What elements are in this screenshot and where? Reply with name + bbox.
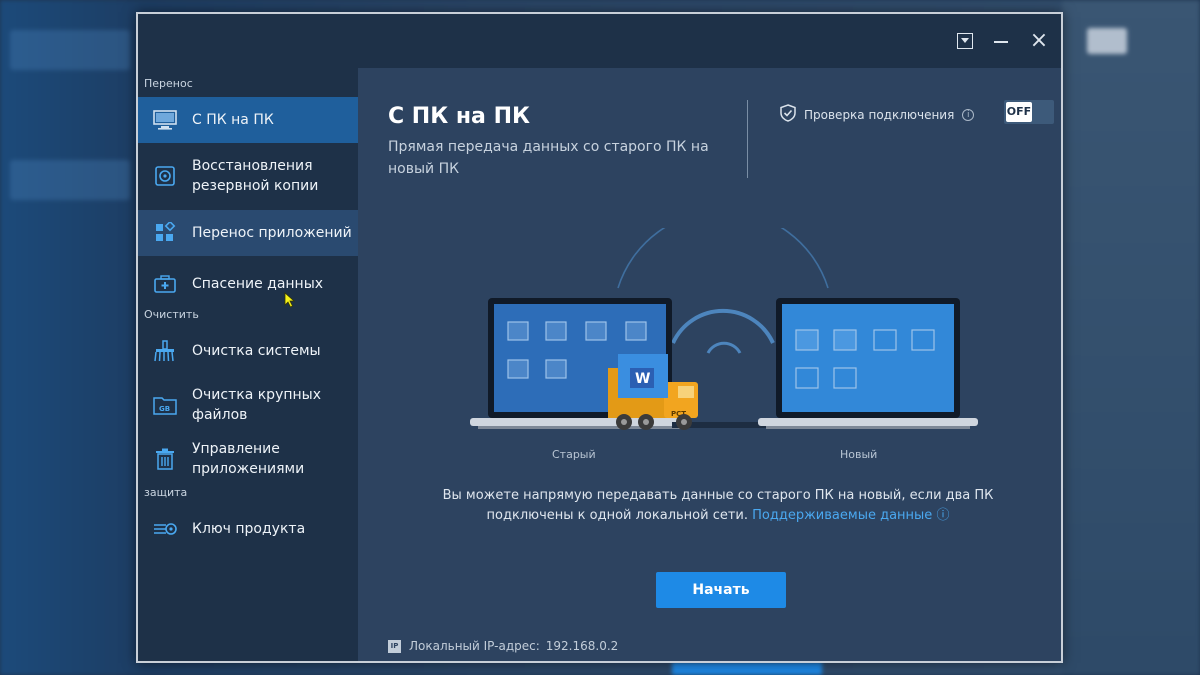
wifi-arc-inner bbox=[706, 341, 742, 354]
app-tile bbox=[833, 329, 857, 351]
backup-restore-icon bbox=[152, 163, 178, 189]
trash-icon bbox=[152, 446, 178, 472]
ip-icon: IP bbox=[388, 639, 401, 653]
sidebar-item-label: Ключ продукта bbox=[192, 521, 306, 537]
app-window: × Перенос С ПК на ПК Восстановления резе… bbox=[136, 12, 1063, 663]
new-pc-label: Новый bbox=[840, 448, 878, 461]
sidebar-item-app-management[interactable]: Управление приложениями bbox=[138, 434, 358, 484]
old-pc-label: Старый bbox=[552, 448, 596, 461]
wifi-arc-middle bbox=[671, 308, 775, 344]
sidebar-item-label: С ПК на ПК bbox=[192, 112, 274, 128]
sidebar-item-large-files-cleanup[interactable]: GB Очистка крупных файлов bbox=[138, 380, 358, 430]
section-label-protection: защита bbox=[144, 486, 188, 499]
app-tile bbox=[545, 321, 567, 341]
section-label-cleanup: Очистить bbox=[144, 308, 199, 321]
sidebar-item-label: Перенос приложений bbox=[192, 225, 352, 241]
sidebar-item-label: Спасение данных bbox=[192, 276, 324, 292]
app-tile bbox=[507, 321, 529, 341]
sidebar-item-app-migration[interactable]: Перенос приложений bbox=[138, 210, 358, 256]
svg-text:GB: GB bbox=[159, 405, 170, 413]
doc-letter: W bbox=[635, 371, 650, 387]
background-right-panel bbox=[1062, 0, 1200, 675]
menu-icon bbox=[957, 33, 973, 49]
minimize-button[interactable] bbox=[988, 28, 1014, 54]
connection-check[interactable]: Проверка подключения i bbox=[780, 104, 975, 125]
sidebar-item-backup-restore[interactable]: Восстановления резервной копии bbox=[138, 150, 358, 202]
new-laptop bbox=[758, 298, 978, 429]
close-button[interactable]: × bbox=[1026, 28, 1052, 54]
shield-check-icon bbox=[780, 104, 796, 125]
background-button bbox=[672, 662, 822, 675]
apps-grid-icon bbox=[152, 220, 178, 246]
sidebar-item-pc-to-pc[interactable]: С ПК на ПК bbox=[138, 97, 358, 143]
mouse-cursor-icon bbox=[284, 292, 296, 308]
main-panel: С ПК на ПК Прямая передача данных со ста… bbox=[358, 68, 1061, 661]
supported-data-link-text: Поддерживаемые данные bbox=[752, 508, 933, 523]
sidebar-item-system-cleanup[interactable]: Очистка системы bbox=[138, 331, 358, 371]
key-icon bbox=[152, 516, 178, 542]
sidebar-item-label: Управление приложениями bbox=[192, 441, 305, 477]
title-bar: × bbox=[138, 14, 1061, 68]
sidebar-item-label: Очистка системы bbox=[192, 343, 321, 359]
connection-check-toggle[interactable]: OFF bbox=[1004, 100, 1054, 124]
folder-gb-icon: GB bbox=[152, 392, 178, 418]
monitor-icon bbox=[152, 107, 178, 133]
app-tile bbox=[795, 329, 819, 351]
menu-button[interactable] bbox=[952, 28, 978, 54]
supported-data-link[interactable]: Поддерживаемые данные ⓘ bbox=[752, 508, 949, 523]
background-pill bbox=[1087, 28, 1127, 54]
ip-label: Локальный IP-адрес: bbox=[409, 639, 540, 653]
broom-icon bbox=[152, 338, 178, 364]
local-ip: IP Локальный IP-адрес: 192.168.0.2 bbox=[388, 639, 618, 653]
app-tile bbox=[585, 321, 607, 341]
connection-check-label: Проверка подключения bbox=[804, 107, 955, 122]
transfer-illustration: W PCT bbox=[470, 228, 978, 430]
minimize-icon bbox=[994, 41, 1008, 43]
app-tile bbox=[545, 359, 567, 379]
ip-value: 192.168.0.2 bbox=[545, 639, 619, 653]
sidebar-item-label: Очистка крупных файлов bbox=[192, 387, 322, 423]
sidebar-item-product-key[interactable]: Ключ продукта bbox=[138, 509, 358, 549]
background-row bbox=[10, 30, 130, 70]
background-row bbox=[10, 160, 130, 200]
sidebar-item-label: Восстановления резервной копии bbox=[192, 158, 319, 194]
sidebar: Перенос С ПК на ПК Восстановления резерв… bbox=[138, 68, 358, 661]
info-icon: ⓘ bbox=[936, 508, 950, 523]
briefcase-plus-icon bbox=[152, 271, 178, 297]
close-icon: × bbox=[1029, 28, 1049, 53]
app-tile bbox=[625, 321, 647, 341]
info-icon[interactable]: i bbox=[962, 108, 975, 121]
app-tile bbox=[507, 359, 529, 379]
divider bbox=[747, 100, 748, 178]
sidebar-item-data-rescue[interactable]: Спасение данных bbox=[138, 264, 358, 304]
wifi-arc-outer bbox=[617, 228, 829, 289]
description: Вы можете напрямую передавать данные со … bbox=[398, 486, 1038, 526]
start-button[interactable]: Начать bbox=[656, 572, 786, 608]
toggle-knob: OFF bbox=[1006, 102, 1032, 122]
truck-icon: W PCT bbox=[608, 354, 698, 430]
page-title: С ПК на ПК bbox=[388, 104, 530, 129]
page-subtitle: Прямая передача данных со старого ПК на … bbox=[388, 139, 709, 177]
section-label-transfer: Перенос bbox=[144, 77, 193, 90]
